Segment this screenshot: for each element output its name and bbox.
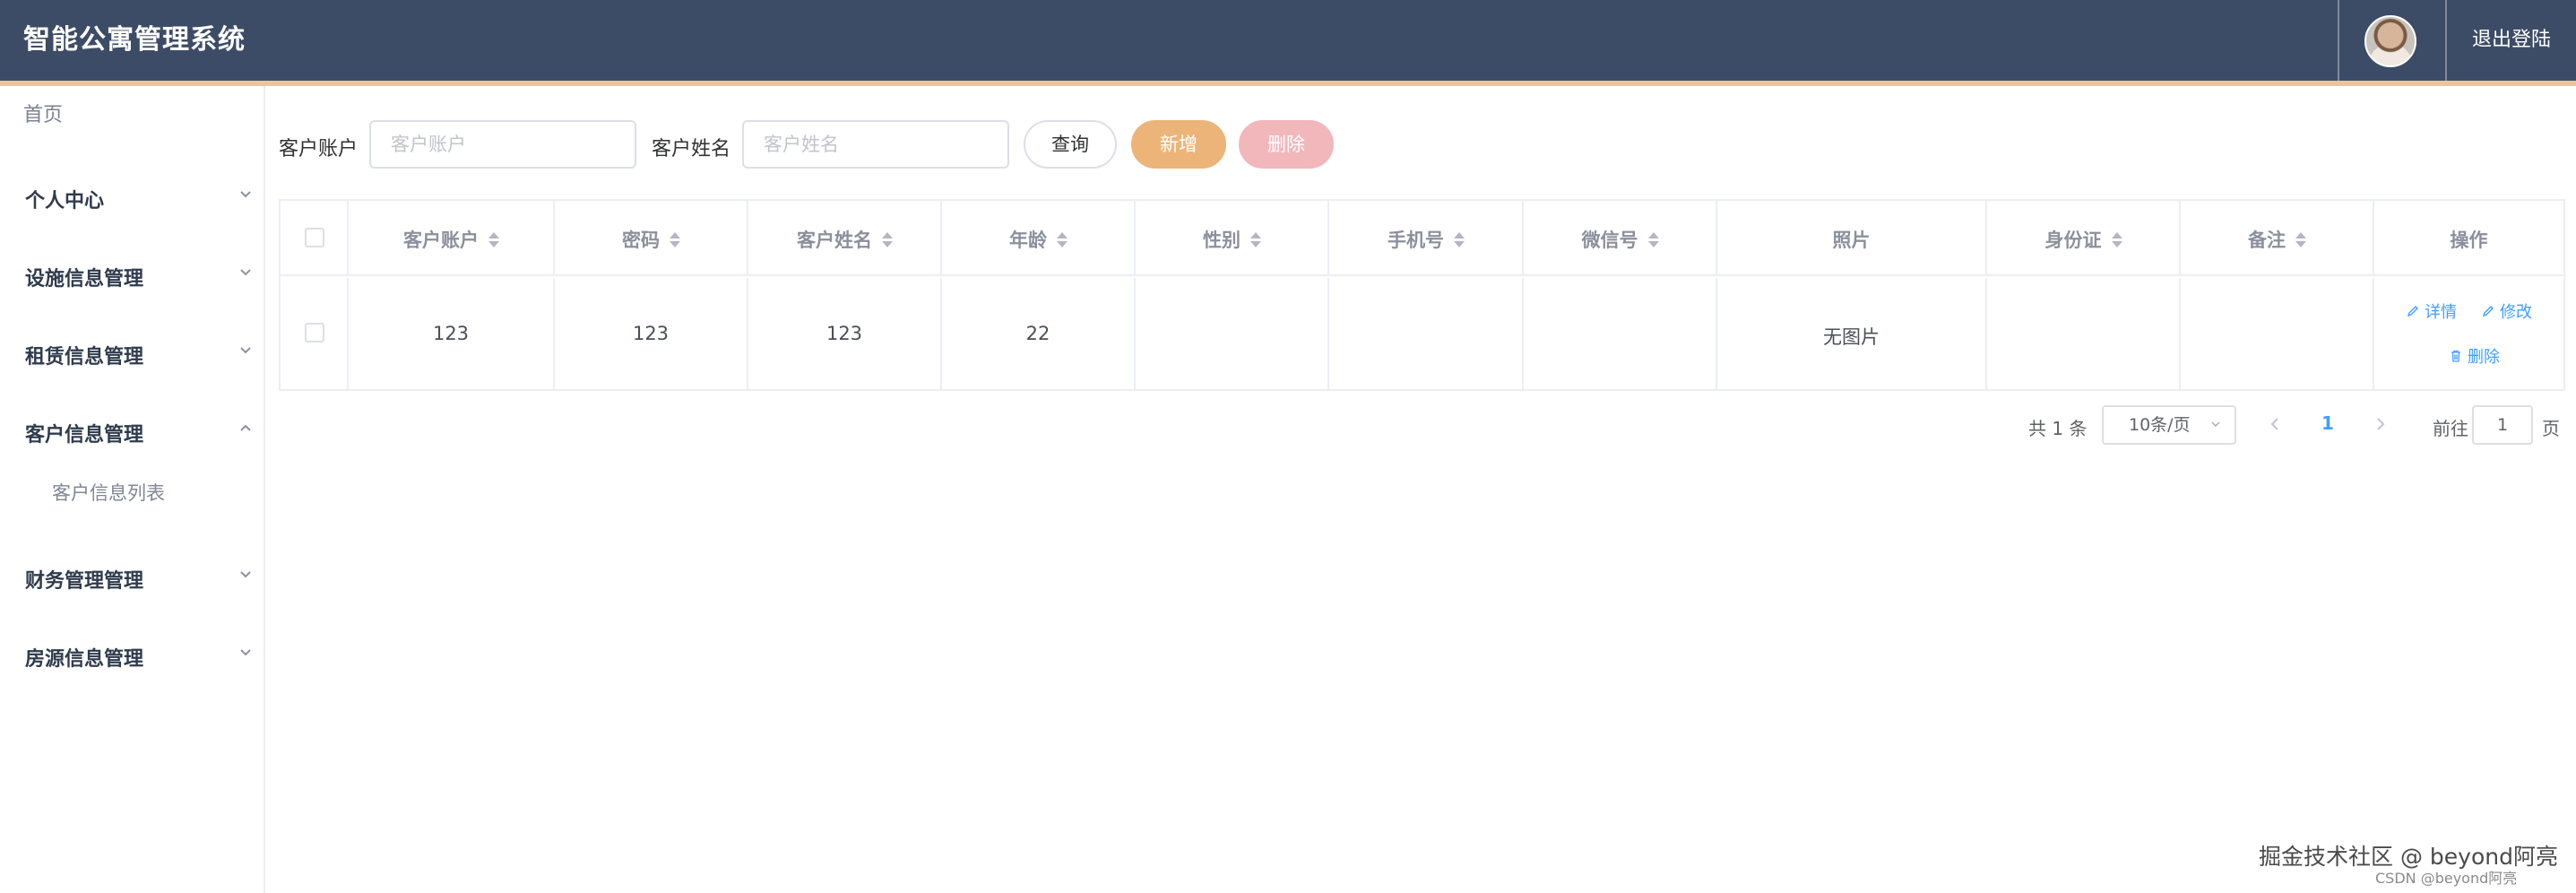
column-header-name[interactable]: 客户姓名 xyxy=(748,201,942,274)
sidebar-item-personal-center[interactable]: 个人中心 xyxy=(0,170,265,224)
header-accent-bar xyxy=(0,81,2576,86)
account-search-input[interactable] xyxy=(369,120,636,169)
pagination-total: 共 1 条 xyxy=(2028,418,2088,439)
query-button[interactable]: 查询 xyxy=(1024,120,1117,169)
chevron-down-icon xyxy=(2211,421,2220,428)
sidebar: 首页 个人中心 设施信息管理 租赁信息管理 客户信息管理 客户信息列表 财务管理… xyxy=(0,86,265,893)
next-page-icon[interactable] xyxy=(2372,412,2390,436)
column-header-age[interactable]: 年龄 xyxy=(942,201,1136,274)
chevron-down-icon xyxy=(240,269,251,276)
account-label: 客户账户 xyxy=(279,138,359,160)
sort-icon[interactable] xyxy=(669,230,680,248)
add-button[interactable]: 新增 xyxy=(1131,120,1226,169)
sidebar-item-home[interactable]: 首页 xyxy=(23,99,63,127)
top-header xyxy=(0,0,2576,81)
customer-table: 客户账户 密码 客户姓名 年龄 性别 手机号 微信号 照片 身份证 备注 操作 xyxy=(279,199,2565,391)
column-header-photo: 照片 xyxy=(1717,201,1987,274)
chevron-down-icon xyxy=(240,571,251,578)
cell-photo: 无图片 xyxy=(1717,278,1987,391)
cell-name: 123 xyxy=(748,278,942,391)
sort-icon[interactable] xyxy=(488,230,499,248)
page-size-select[interactable]: 10条/页 xyxy=(2102,405,2236,445)
header-checkbox-cell xyxy=(281,201,349,274)
watermark-csdn: CSDN @beyond阿亮 xyxy=(2375,870,2518,887)
row-checkbox-cell xyxy=(281,278,349,391)
sidebar-item-facility-management[interactable]: 设施信息管理 xyxy=(0,248,265,302)
cell-wechat xyxy=(1524,278,1717,391)
cell-id-card xyxy=(1987,278,2181,391)
sidebar-subitem-customer-list[interactable]: 客户信息列表 xyxy=(52,479,165,506)
sort-icon[interactable] xyxy=(1056,230,1068,248)
sort-icon[interactable] xyxy=(2295,230,2306,248)
chevron-down-icon xyxy=(240,649,251,656)
sidebar-item-housing-management[interactable]: 房源信息管理 xyxy=(0,629,265,682)
avatar[interactable] xyxy=(2364,15,2416,67)
cell-password: 123 xyxy=(555,278,748,391)
column-header-phone[interactable]: 手机号 xyxy=(1329,201,1524,274)
cell-actions: 详情 修改 删除 xyxy=(2374,278,2563,391)
trash-icon xyxy=(2451,350,2460,362)
chevron-up-icon xyxy=(240,424,251,431)
edit-icon xyxy=(2482,306,2494,317)
sidebar-item-label: 客户信息管理 xyxy=(25,424,144,446)
sort-icon[interactable] xyxy=(1647,230,1659,248)
sidebar-item-label: 个人中心 xyxy=(25,190,105,212)
column-header-remark[interactable]: 备注 xyxy=(2181,201,2374,274)
column-header-wechat[interactable]: 微信号 xyxy=(1524,201,1717,274)
sort-icon[interactable] xyxy=(1249,230,1261,248)
cell-account: 123 xyxy=(349,278,555,391)
app-title: 智能公寓管理系统 xyxy=(23,24,246,56)
column-header-password[interactable]: 密码 xyxy=(555,201,748,274)
sort-icon[interactable] xyxy=(2111,230,2122,248)
cell-remark xyxy=(2181,278,2374,391)
batch-delete-button[interactable]: 删除 xyxy=(1239,120,1334,169)
goto-label: 前往 xyxy=(2433,418,2468,439)
sort-icon[interactable] xyxy=(1453,230,1465,248)
row-delete-link[interactable]: 删除 xyxy=(2450,344,2500,368)
sort-icon[interactable] xyxy=(881,230,893,248)
column-header-account[interactable]: 客户账户 xyxy=(349,201,555,274)
column-header-id-card[interactable]: 身份证 xyxy=(1987,201,2181,274)
detail-link[interactable]: 详情 xyxy=(2407,299,2457,323)
sidebar-item-label: 租赁信息管理 xyxy=(25,346,144,368)
column-header-actions: 操作 xyxy=(2450,230,2488,251)
name-label: 客户姓名 xyxy=(652,138,731,160)
sidebar-item-finance-management[interactable]: 财务管理管理 xyxy=(0,551,265,604)
chevron-down-icon xyxy=(240,191,251,198)
goto-page-input[interactable] xyxy=(2472,405,2533,445)
cell-gender xyxy=(1136,278,1329,391)
table-row: 123 123 123 22 无图片 详情 修改 删除 xyxy=(281,278,2563,391)
name-search-input[interactable] xyxy=(742,120,1009,169)
page-number-current[interactable]: 1 xyxy=(2321,412,2334,434)
sidebar-item-label: 财务管理管理 xyxy=(25,570,144,593)
table-header: 客户账户 密码 客户姓名 年龄 性别 手机号 微信号 照片 身份证 备注 操作 xyxy=(281,201,2563,276)
logout-button[interactable]: 退出登陆 xyxy=(2447,0,2576,81)
prev-page-icon[interactable] xyxy=(2266,412,2284,436)
edit-link[interactable]: 修改 xyxy=(2482,299,2532,323)
cell-age: 22 xyxy=(942,278,1136,391)
edit-icon xyxy=(2407,306,2418,317)
sidebar-item-label: 房源信息管理 xyxy=(25,648,144,671)
page-suffix: 页 xyxy=(2542,418,2560,439)
sidebar-item-rental-management[interactable]: 租赁信息管理 xyxy=(0,326,265,380)
row-checkbox[interactable] xyxy=(305,323,324,342)
sidebar-item-label: 设施信息管理 xyxy=(25,268,144,290)
header-divider xyxy=(2338,0,2339,81)
select-all-checkbox[interactable] xyxy=(305,228,324,247)
sidebar-item-customer-management[interactable]: 客户信息管理 xyxy=(0,404,265,458)
cell-phone xyxy=(1329,278,1524,391)
chevron-down-icon xyxy=(240,347,251,354)
column-header-gender[interactable]: 性别 xyxy=(1136,201,1329,274)
